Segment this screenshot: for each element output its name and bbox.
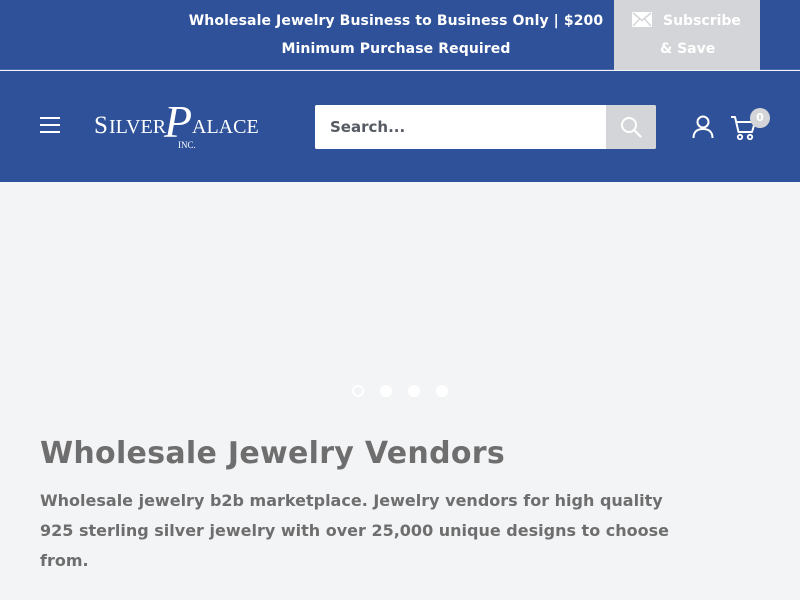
site-logo[interactable]: S ILVER P ALACE INC.: [92, 95, 270, 155]
search-button[interactable]: [606, 105, 656, 149]
search-icon: [621, 117, 642, 138]
svg-text:S: S: [94, 112, 108, 139]
announcement-bar: Wholesale Jewelry Business to Business O…: [0, 0, 800, 70]
slide-dot-2[interactable]: [380, 385, 392, 397]
intro-title: Wholesale Jewelry Vendors: [40, 436, 506, 471]
svg-text:INC.: INC.: [178, 140, 196, 150]
menu-icon[interactable]: [40, 117, 60, 133]
account-icon[interactable]: [692, 115, 714, 139]
search-input[interactable]: [315, 105, 606, 149]
cart-count-badge: 0: [750, 108, 770, 128]
hero-slideshow: [0, 182, 800, 412]
search-bar: [315, 105, 656, 149]
site-header: S ILVER P ALACE INC. 0: [0, 71, 800, 182]
svg-text:ALACE: ALACE: [192, 116, 259, 138]
slide-dot-1[interactable]: [352, 385, 364, 397]
subscribe-button[interactable]: Subscribe & Save: [614, 0, 760, 70]
slide-dot-3[interactable]: [408, 385, 420, 397]
mail-icon: [632, 9, 652, 27]
subscribe-label-line2: & Save: [660, 41, 716, 57]
slideshow-dots: [352, 385, 464, 397]
subscribe-label-line1: Subscribe: [663, 13, 741, 29]
intro-description: Wholesale jewelry b2b marketplace. Jewel…: [40, 491, 669, 570]
svg-text:ILVER: ILVER: [109, 116, 167, 138]
announcement-text: Wholesale Jewelry Business to Business O…: [188, 13, 604, 57]
slide-dot-4[interactable]: [436, 385, 448, 397]
